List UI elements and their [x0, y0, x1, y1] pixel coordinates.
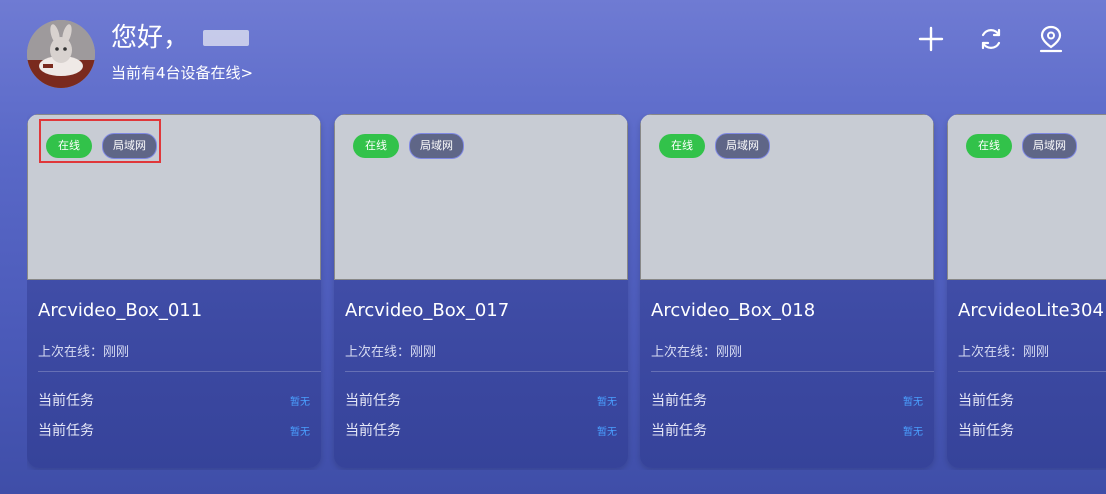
- task-label: 当前任务: [345, 423, 401, 439]
- device-card[interactable]: 在线 局域网 Arcvideo_Box_017 上次在线：刚刚 当前任务 暂无 …: [334, 114, 628, 468]
- device-card[interactable]: 在线 局域网 Arcvideo_Box_011 上次在线：刚刚 当前任务 暂无 …: [27, 114, 321, 468]
- redacted-username: [203, 30, 250, 46]
- task-value: 暂无: [597, 426, 617, 438]
- divider: [958, 371, 1106, 372]
- task-value: 暂无: [597, 396, 617, 408]
- status-badge: 在线: [966, 134, 1012, 158]
- device-card-list: 在线 局域网 Arcvideo_Box_011 上次在线：刚刚 当前任务 暂无 …: [27, 114, 1106, 470]
- task-row: 当前任务 暂无: [345, 390, 617, 410]
- status-badge: 在线: [659, 134, 705, 158]
- task-value: 暂无: [290, 396, 310, 408]
- task-value: 暂无: [903, 396, 923, 408]
- device-card[interactable]: 在线 局域网 Arcvideo_Box_018 上次在线：刚刚 当前任务 暂无 …: [640, 114, 934, 468]
- greeting-row: 您好，: [111, 22, 250, 54]
- last-online-text: 上次在线：刚刚: [345, 345, 437, 360]
- top-toolbar: [916, 24, 1066, 54]
- task-row: 当前任务 暂无: [38, 420, 310, 440]
- device-name: ArcvideoLite304: [958, 300, 1104, 321]
- divider: [38, 371, 321, 372]
- task-row: 当前任务 暂无: [345, 420, 617, 440]
- task-label: 当前任务: [958, 393, 1014, 409]
- task-label: 当前任务: [651, 393, 707, 409]
- task-label: 当前任务: [38, 393, 94, 409]
- task-row: 当前任务 暂无: [651, 420, 923, 440]
- highlight-box: [39, 119, 161, 163]
- task-row: 当前任务 暂无: [651, 390, 923, 410]
- greeting-text: 您好，: [111, 23, 190, 53]
- task-label: 当前任务: [38, 423, 94, 439]
- last-online-text: 上次在线：刚刚: [651, 345, 743, 360]
- task-label: 当前任务: [651, 423, 707, 439]
- status-badge: 在线: [353, 134, 399, 158]
- header: 您好， 当前有4台设备在线>: [27, 18, 1106, 90]
- divider: [345, 371, 628, 372]
- last-online-text: 上次在线：刚刚: [958, 345, 1050, 360]
- divider: [651, 371, 934, 372]
- task-value: 暂无: [903, 426, 923, 438]
- task-row: 当前任务 暂无: [38, 390, 310, 410]
- task-row: 当前任务 暂无: [958, 390, 1106, 410]
- refresh-icon[interactable]: [976, 24, 1006, 54]
- network-badge: 局域网: [1022, 133, 1077, 159]
- online-devices-link[interactable]: 当前有4台设备在线>: [111, 62, 253, 83]
- avatar[interactable]: [27, 20, 95, 88]
- task-label: 当前任务: [958, 423, 1014, 439]
- network-badge: 局域网: [409, 133, 464, 159]
- device-name: Arcvideo_Box_018: [651, 300, 816, 321]
- network-badge: 局域网: [715, 133, 770, 159]
- device-card[interactable]: 在线 局域网 ArcvideoLite304 上次在线：刚刚 当前任务 暂无 当…: [947, 114, 1106, 468]
- location-icon[interactable]: [1036, 24, 1066, 54]
- device-name: Arcvideo_Box_017: [345, 300, 510, 321]
- task-value: 暂无: [290, 426, 310, 438]
- task-label: 当前任务: [345, 393, 401, 409]
- plus-icon[interactable]: [916, 24, 946, 54]
- device-name: Arcvideo_Box_011: [38, 300, 203, 321]
- task-row: 当前任务 暂无: [958, 420, 1106, 440]
- last-online-text: 上次在线：刚刚: [38, 345, 130, 360]
